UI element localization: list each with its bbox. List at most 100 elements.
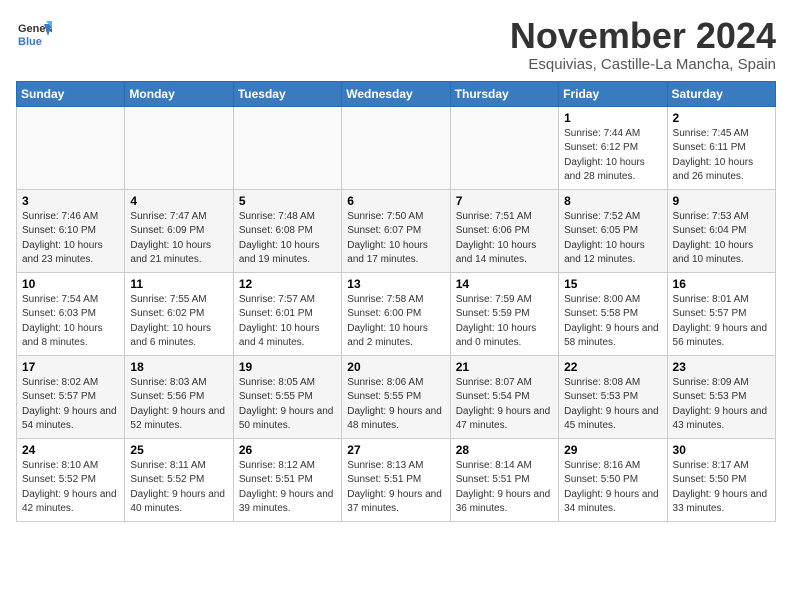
day-info: Sunrise: 8:16 AM Sunset: 5:50 PM Dayligh…	[564, 459, 661, 517]
weekday-header-monday: Monday	[125, 81, 233, 106]
day-info: Sunrise: 8:09 AM Sunset: 5:53 PM Dayligh…	[673, 376, 770, 434]
day-number: 24	[22, 443, 119, 457]
weekday-header-sunday: Sunday	[17, 81, 125, 106]
day-number: 26	[239, 443, 336, 457]
calendar-cell: 4 Sunrise: 7:47 AM Sunset: 6:09 PM Daylig…	[125, 189, 233, 272]
day-number: 6	[347, 194, 444, 208]
day-info: Sunrise: 8:00 AM Sunset: 5:58 PM Dayligh…	[564, 293, 661, 351]
day-number: 16	[673, 277, 770, 291]
calendar-cell	[125, 106, 233, 189]
day-number: 5	[239, 194, 336, 208]
day-number: 4	[130, 194, 227, 208]
day-number: 18	[130, 360, 227, 374]
day-info: Sunrise: 8:05 AM Sunset: 5:55 PM Dayligh…	[239, 376, 336, 434]
calendar-cell: 30 Sunrise: 8:17 AM Sunset: 5:50 PM Dayli…	[667, 438, 775, 521]
calendar-cell: 20 Sunrise: 8:06 AM Sunset: 5:55 PM Dayli…	[342, 355, 450, 438]
calendar-week-row: 3 Sunrise: 7:46 AM Sunset: 6:10 PM Daylig…	[17, 189, 776, 272]
day-info: Sunrise: 7:51 AM Sunset: 6:06 PM Dayligh…	[456, 210, 553, 268]
day-number: 25	[130, 443, 227, 457]
calendar-cell: 11 Sunrise: 7:55 AM Sunset: 6:02 PM Dayli…	[125, 272, 233, 355]
calendar-week-row: 17Sunrise: 8:02 AM Sunset: 5:57 PM Dayli…	[17, 355, 776, 438]
calendar-week-row: 1 Sunrise: 7:44 AM Sunset: 6:12 PM Daylig…	[17, 106, 776, 189]
day-info: Sunrise: 7:59 AM Sunset: 5:59 PM Dayligh…	[456, 293, 553, 351]
title-block: November 2024 Esquivias, Castille-La Man…	[510, 16, 776, 73]
day-number: 20	[347, 360, 444, 374]
weekday-header-friday: Friday	[559, 81, 667, 106]
calendar-cell: 7 Sunrise: 7:51 AM Sunset: 6:06 PM Daylig…	[450, 189, 558, 272]
weekday-header-tuesday: Tuesday	[233, 81, 341, 106]
calendar-cell: 10 Sunrise: 7:54 AM Sunset: 6:03 PM Dayli…	[17, 272, 125, 355]
day-info: Sunrise: 7:48 AM Sunset: 6:08 PM Dayligh…	[239, 210, 336, 268]
day-number: 28	[456, 443, 553, 457]
day-number: 9	[673, 194, 770, 208]
calendar-cell	[233, 106, 341, 189]
day-number: 27	[347, 443, 444, 457]
calendar-cell: 14 Sunrise: 7:59 AM Sunset: 5:59 PM Dayli…	[450, 272, 558, 355]
calendar-cell: 21Sunrise: 8:07 AM Sunset: 5:54 PM Dayli…	[450, 355, 558, 438]
calendar-cell: 2 Sunrise: 7:45 AM Sunset: 6:11 PM Daylig…	[667, 106, 775, 189]
calendar-cell: 22Sunrise: 8:08 AM Sunset: 5:53 PM Dayli…	[559, 355, 667, 438]
day-info: Sunrise: 7:53 AM Sunset: 6:04 PM Dayligh…	[673, 210, 770, 268]
month-year-title: November 2024	[510, 16, 776, 56]
calendar-cell: 16 Sunrise: 8:01 AM Sunset: 5:57 PM Dayli…	[667, 272, 775, 355]
day-number: 13	[347, 277, 444, 291]
day-info: Sunrise: 7:50 AM Sunset: 6:07 PM Dayligh…	[347, 210, 444, 268]
day-number: 30	[673, 443, 770, 457]
logo: General Blue	[16, 16, 52, 52]
calendar-cell	[17, 106, 125, 189]
calendar-cell: 27 Sunrise: 8:13 AM Sunset: 5:51 PM Dayli…	[342, 438, 450, 521]
day-info: Sunrise: 8:17 AM Sunset: 5:50 PM Dayligh…	[673, 459, 770, 517]
day-info: Sunrise: 7:57 AM Sunset: 6:01 PM Dayligh…	[239, 293, 336, 351]
day-info: Sunrise: 8:03 AM Sunset: 5:56 PM Dayligh…	[130, 376, 227, 434]
day-number: 14	[456, 277, 553, 291]
day-info: Sunrise: 8:12 AM Sunset: 5:51 PM Dayligh…	[239, 459, 336, 517]
day-number: 17	[22, 360, 119, 374]
day-info: Sunrise: 7:54 AM Sunset: 6:03 PM Dayligh…	[22, 293, 119, 351]
day-number: 10	[22, 277, 119, 291]
day-number: 2	[673, 111, 770, 125]
calendar-cell: 17Sunrise: 8:02 AM Sunset: 5:57 PM Dayli…	[17, 355, 125, 438]
day-number: 7	[456, 194, 553, 208]
calendar-cell: 29 Sunrise: 8:16 AM Sunset: 5:50 PM Dayli…	[559, 438, 667, 521]
calendar-cell	[342, 106, 450, 189]
day-info: Sunrise: 7:55 AM Sunset: 6:02 PM Dayligh…	[130, 293, 227, 351]
svg-text:Blue: Blue	[18, 36, 42, 48]
day-number: 29	[564, 443, 661, 457]
weekday-header-row: SundayMondayTuesdayWednesdayThursdayFrid…	[17, 81, 776, 106]
day-info: Sunrise: 8:06 AM Sunset: 5:55 PM Dayligh…	[347, 376, 444, 434]
calendar-week-row: 10 Sunrise: 7:54 AM Sunset: 6:03 PM Dayli…	[17, 272, 776, 355]
day-info: Sunrise: 7:45 AM Sunset: 6:11 PM Dayligh…	[673, 127, 770, 185]
location-subtitle: Esquivias, Castille-La Mancha, Spain	[510, 56, 776, 73]
calendar-cell	[450, 106, 558, 189]
day-info: Sunrise: 8:01 AM Sunset: 5:57 PM Dayligh…	[673, 293, 770, 351]
calendar-cell: 19Sunrise: 8:05 AM Sunset: 5:55 PM Dayli…	[233, 355, 341, 438]
day-info: Sunrise: 8:07 AM Sunset: 5:54 PM Dayligh…	[456, 376, 553, 434]
calendar-table: SundayMondayTuesdayWednesdayThursdayFrid…	[16, 81, 776, 522]
calendar-cell: 15Sunrise: 8:00 AM Sunset: 5:58 PM Dayli…	[559, 272, 667, 355]
calendar-cell: 28Sunrise: 8:14 AM Sunset: 5:51 PM Dayli…	[450, 438, 558, 521]
day-info: Sunrise: 7:52 AM Sunset: 6:05 PM Dayligh…	[564, 210, 661, 268]
day-info: Sunrise: 8:11 AM Sunset: 5:52 PM Dayligh…	[130, 459, 227, 517]
calendar-cell: 1 Sunrise: 7:44 AM Sunset: 6:12 PM Daylig…	[559, 106, 667, 189]
day-info: Sunrise: 7:47 AM Sunset: 6:09 PM Dayligh…	[130, 210, 227, 268]
day-info: Sunrise: 7:44 AM Sunset: 6:12 PM Dayligh…	[564, 127, 661, 185]
calendar-cell: 6 Sunrise: 7:50 AM Sunset: 6:07 PM Daylig…	[342, 189, 450, 272]
day-info: Sunrise: 8:13 AM Sunset: 5:51 PM Dayligh…	[347, 459, 444, 517]
calendar-cell: 9 Sunrise: 7:53 AM Sunset: 6:04 PM Daylig…	[667, 189, 775, 272]
calendar-cell: 5 Sunrise: 7:48 AM Sunset: 6:08 PM Daylig…	[233, 189, 341, 272]
calendar-cell: 23Sunrise: 8:09 AM Sunset: 5:53 PM Dayli…	[667, 355, 775, 438]
calendar-cell: 12Sunrise: 7:57 AM Sunset: 6:01 PM Dayli…	[233, 272, 341, 355]
weekday-header-wednesday: Wednesday	[342, 81, 450, 106]
day-number: 11	[130, 277, 227, 291]
logo-icon: General Blue	[16, 16, 52, 52]
day-info: Sunrise: 7:46 AM Sunset: 6:10 PM Dayligh…	[22, 210, 119, 268]
day-number: 3	[22, 194, 119, 208]
calendar-cell: 13Sunrise: 7:58 AM Sunset: 6:00 PM Dayli…	[342, 272, 450, 355]
day-number: 8	[564, 194, 661, 208]
calendar-cell: 18 Sunrise: 8:03 AM Sunset: 5:56 PM Dayli…	[125, 355, 233, 438]
day-number: 22	[564, 360, 661, 374]
day-number: 1	[564, 111, 661, 125]
calendar-cell: 3 Sunrise: 7:46 AM Sunset: 6:10 PM Daylig…	[17, 189, 125, 272]
calendar-week-row: 24Sunrise: 8:10 AM Sunset: 5:52 PM Dayli…	[17, 438, 776, 521]
weekday-header-saturday: Saturday	[667, 81, 775, 106]
